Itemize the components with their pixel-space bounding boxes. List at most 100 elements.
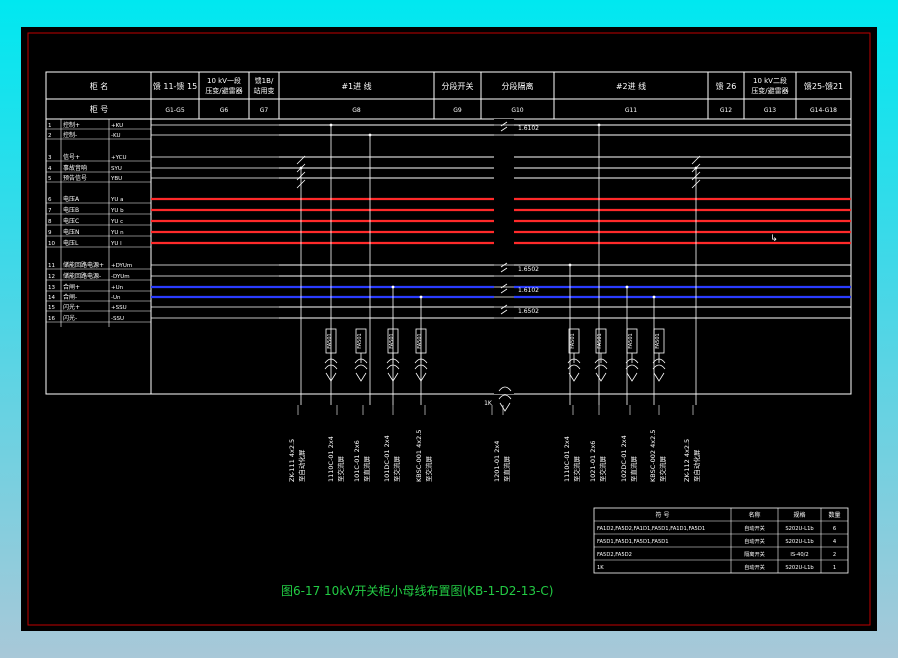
bus-row-number: 16 [48, 316, 55, 322]
legend-cell: 6 [833, 526, 836, 532]
bus-row-code: -KU [111, 133, 120, 139]
legend-cell: 2 [833, 552, 836, 558]
header-cubicle-number: G14-G18 [810, 107, 837, 114]
bus-row-number: 7 [48, 208, 52, 214]
cable-id-label: ZK-111 4x2.5 [288, 439, 296, 482]
header-cell-label: 压变/避雷器 [751, 86, 788, 95]
bus-row-code: +KU [111, 123, 123, 129]
bus-row-name: 电压L [63, 239, 79, 247]
bus-row-name: 储能回路电源- [63, 272, 101, 280]
tap-node [652, 295, 656, 299]
tie-breaker-label: 1.6502 [518, 266, 539, 273]
bus-row-name: 电压A [63, 195, 80, 203]
drawing-border [27, 32, 871, 626]
cable-destination-label: 至直流屏 [502, 456, 511, 483]
header-cubicle-number: G7 [260, 107, 269, 114]
header-cubicle-number: G11 [625, 107, 637, 114]
bus-row-name: 电压N [63, 228, 80, 236]
bus-row-code: SYU [111, 166, 122, 172]
bus-row-code: -Un [111, 295, 121, 301]
cable-id-label: 1110C-01 2x4 [327, 436, 335, 482]
drawing-caption: 图6-17 10kV开关柜小母线布置图(KB-1-D2-13-C) [281, 584, 553, 598]
header-cell-label: 馈 11-馈 15 [153, 81, 197, 91]
bus-row-number: 6 [48, 197, 52, 203]
tap-node [597, 123, 601, 127]
wiring-diagram: 柜 名 柜 号 馈 11-馈 15 10 kV一段压变/避雷器 馈1B/站用变 #1进… [27, 32, 871, 626]
tap-node [329, 123, 333, 127]
legend-header-cell: 数量 [828, 511, 840, 519]
tie-breaker-label: 1.6102 [518, 125, 539, 132]
legend-header-cell: 名称 [748, 511, 760, 519]
header-cell-label: 10 kV二段 [753, 76, 787, 85]
bus-row-code: YU c [110, 219, 123, 225]
device-label: FA501 [327, 333, 333, 348]
bus-row-number: 5 [48, 176, 52, 182]
bus-row-code: -DYUm [111, 274, 130, 280]
legend-cell: IS-40/2 [790, 552, 808, 558]
header-cell-label: 分段开关 [442, 81, 474, 91]
cable-destination-label: 至交流屏 [392, 456, 401, 483]
tie-breaker-label: 1.6502 [518, 308, 539, 315]
bus-row-number: 8 [48, 219, 52, 225]
bus-row-number: 14 [48, 295, 55, 301]
tap-node [299, 166, 303, 170]
header-cell-label: 压变/避雷器 [205, 86, 242, 95]
bus-row-code: YU n [110, 230, 124, 236]
header-cell-label: 站用变 [254, 86, 275, 95]
cable-id-label: KBSC-001 4x2.5 [415, 430, 423, 482]
bus-row-code: +YCU [111, 155, 127, 161]
bus-row-code: -SSU [111, 316, 124, 322]
tap-node [391, 285, 395, 289]
legend-cell: 4 [833, 539, 837, 545]
legend-table: 符 号 名称 规格 数量 FA1D2,FA5D2,FA1D1,FA5D1,FA1D1,F… [593, 507, 849, 574]
cable-id-label: ZK-112 4x2.5 [683, 439, 691, 482]
cable-id-label: 101C-01 2x6 [353, 440, 361, 482]
header-cubicle-number: G12 [720, 107, 732, 114]
legend-cell: 1K [597, 565, 604, 571]
device-label: FA501 [570, 333, 576, 348]
cable-destination-label: 至直流屏 [629, 456, 638, 483]
bus-row-name: 合闸+ [63, 283, 80, 291]
legend-cell: FA1D2,FA5D2,FA1D1,FA5D1,FA1D1,FA5D1 [597, 526, 705, 532]
cable-id-label: 1021-01 2x6 [589, 441, 597, 482]
cable-destination-label: 至交流屏 [572, 456, 581, 483]
bus-row-name: 合闸- [63, 293, 77, 301]
cable-id-label: 1K [484, 400, 493, 407]
bus-row-number: 11 [48, 263, 55, 269]
cable-destination-label: 至自动化屏 [297, 449, 306, 482]
device-label: FA501 [417, 333, 423, 348]
header-cubicle-number: G13 [764, 107, 776, 114]
cable-destination-label: 至交流屏 [424, 456, 433, 483]
cable-id-label: 1201-01 2x4 [493, 441, 501, 482]
tap-node [368, 133, 372, 137]
header-cubicle-number: G10 [511, 107, 523, 114]
header-cell-label: #1进 线 [341, 81, 371, 91]
legend-cell: 自动开关 [744, 563, 765, 571]
cable-destination-label: 至自动化屏 [692, 449, 701, 482]
device-label: FA501 [655, 333, 661, 348]
cable-id-label: KBSC-002 4x2.5 [649, 430, 657, 482]
bus-row-name: 控制- [63, 131, 77, 139]
cable-destination-label: 至直流屏 [362, 456, 371, 483]
bus-row-code: +Un [111, 285, 124, 291]
header-cell-label: 10 kV一段 [207, 76, 241, 85]
legend-cell: S202U-L1b [785, 526, 814, 532]
device-label: FA501 [597, 333, 603, 348]
header-cell-label: 馈25-馈21 [804, 81, 843, 91]
bus-row-name: 电压B [63, 206, 79, 214]
bus-row-number: 2 [48, 133, 52, 139]
bus-row-name: 储能回路电源+ [63, 261, 104, 269]
bus-row-code: +DYUm [111, 263, 132, 269]
cable-destination-label: 至交流屏 [598, 456, 607, 483]
bus-row-code: YBU [110, 176, 122, 182]
header-cubicle-number: G8 [352, 107, 361, 114]
bus-row-name: 事故音响 [63, 164, 87, 172]
legend-cell: S202U-L1b [785, 565, 814, 571]
legend-cell: S202U-L1b [785, 539, 814, 545]
bus-row-code: YU l [110, 241, 122, 247]
header-cell-label: #2进 线 [616, 81, 646, 91]
header-cubicle-number: G6 [220, 107, 229, 114]
bus-row-name: 闪光- [63, 314, 77, 322]
bus-row-number: 10 [48, 241, 55, 247]
tap-node [694, 166, 698, 170]
